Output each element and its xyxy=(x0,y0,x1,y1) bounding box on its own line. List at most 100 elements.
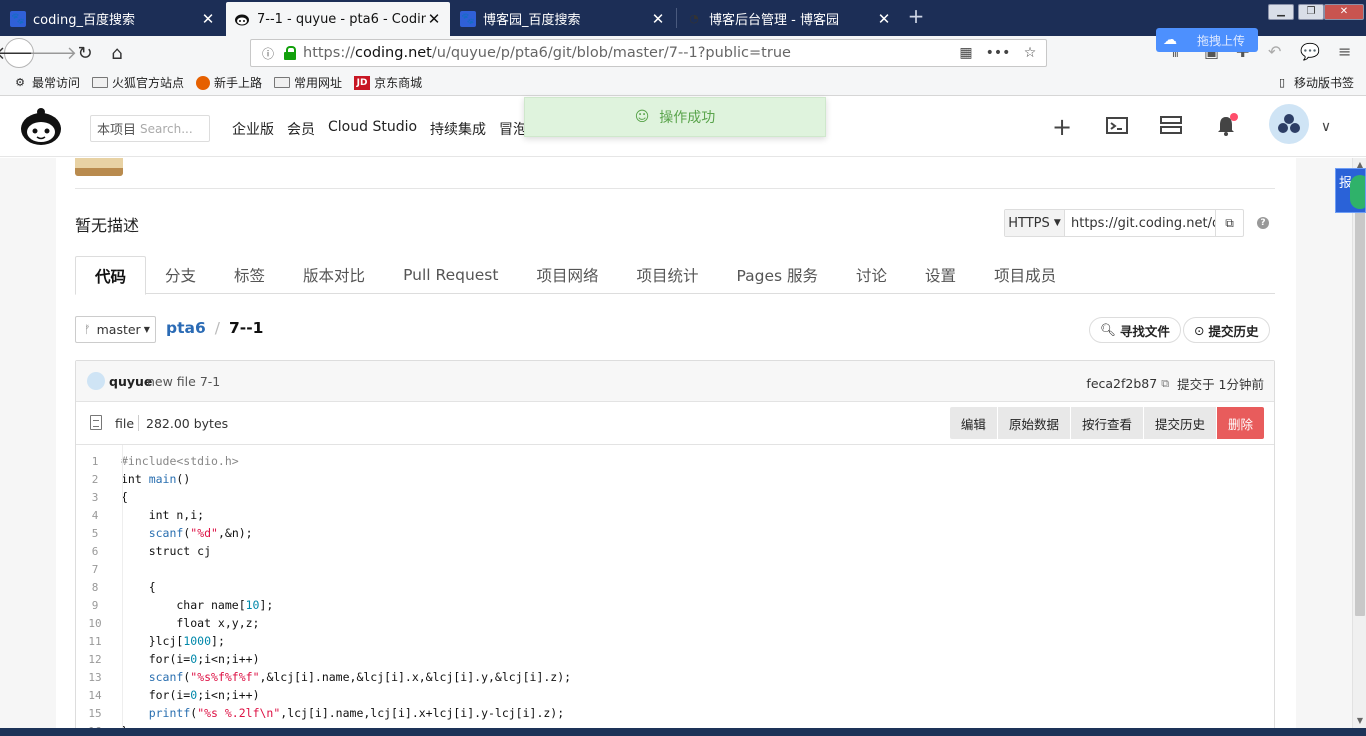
window-close-button[interactable]: ✕ xyxy=(1324,4,1364,20)
bookmark-firefox-site[interactable]: 火狐官方站点 xyxy=(92,74,184,91)
tab-branches[interactable]: 分支 xyxy=(146,256,215,294)
forward-button[interactable]: 🡒 xyxy=(29,38,77,68)
tab-network[interactable]: 项目网络 xyxy=(517,256,617,294)
reload-button[interactable]: ↻ xyxy=(70,38,100,68)
menu-icon[interactable]: ≡ xyxy=(1338,42,1351,61)
copy-icon[interactable]: ⧉ xyxy=(1161,377,1169,391)
edit-button[interactable]: 编辑 xyxy=(949,407,997,439)
close-tab-icon[interactable]: ✕ xyxy=(426,10,442,28)
bookmark-common-sites[interactable]: 常用网址 xyxy=(274,74,342,91)
browser-tab-cnblogs-search[interactable]: 🐾 博客园_百度搜索 ✕ xyxy=(452,3,674,34)
chat-icon[interactable]: 💬 xyxy=(1300,42,1320,61)
commit-history-button[interactable]: ⊙ 提交历史 xyxy=(1183,317,1270,343)
line-number[interactable]: 7 xyxy=(76,563,114,576)
clone-protocol-select[interactable]: HTTPS ▼ xyxy=(1005,210,1065,236)
line-number[interactable]: 14 xyxy=(76,689,114,702)
tab-tags[interactable]: 标签 xyxy=(215,256,284,294)
tab-pull-request[interactable]: Pull Request xyxy=(384,256,517,294)
scrollbar-thumb[interactable] xyxy=(1355,176,1365,616)
terminal-icon[interactable] xyxy=(1105,115,1129,139)
line-number[interactable]: 6 xyxy=(76,545,114,558)
bookmark-most-visited[interactable]: ⚙ 最常访问 xyxy=(12,74,80,91)
nav-enterprise[interactable]: 企业版 xyxy=(232,119,274,139)
close-tab-icon[interactable]: ✕ xyxy=(650,10,666,28)
line-number[interactable]: 1 xyxy=(76,455,114,468)
browser-tab-coding-search[interactable]: 🐾 coding_百度搜索 ✕ xyxy=(2,3,224,34)
nav-bubble[interactable]: 冒泡 xyxy=(499,119,527,139)
chevron-down-icon[interactable]: ∨ xyxy=(1314,115,1338,139)
close-tab-icon[interactable]: ✕ xyxy=(876,10,892,28)
copy-icon[interactable]: ⧉ xyxy=(1215,210,1243,236)
user-avatar[interactable] xyxy=(1269,104,1309,144)
page-scrollbar[interactable]: ▲ ▼ xyxy=(1352,158,1366,728)
url-text[interactable]: https://coding.net/u/quyue/p/pta6/git/bl… xyxy=(303,45,950,61)
commit-author[interactable]: quyue xyxy=(109,374,152,389)
commit-author-avatar[interactable] xyxy=(87,372,105,390)
line-number[interactable]: 13 xyxy=(76,671,114,684)
firefox-icon xyxy=(196,75,211,90)
tab-members[interactable]: 项目成员 xyxy=(975,256,1075,294)
line-number[interactable]: 11 xyxy=(76,635,114,648)
line-number[interactable]: 5 xyxy=(76,527,114,540)
tab-discussion[interactable]: 讨论 xyxy=(837,256,906,294)
line-content: scanf("%s%f%f%f",&lcj[i].name,&lcj[i].x,… xyxy=(148,670,572,684)
close-tab-icon[interactable]: ✕ xyxy=(200,10,216,28)
search-scope[interactable]: 本项目 xyxy=(91,119,140,138)
scroll-down-arrow[interactable]: ▼ xyxy=(1353,714,1366,728)
browser-tab-cnblogs-admin[interactable]: ◔ 博客后台管理 - 博客园 ✕ xyxy=(678,3,900,34)
find-file-button[interactable]: 🔍︎ 寻找文件 xyxy=(1089,317,1181,343)
commit-message[interactable]: new file 7-1 xyxy=(147,374,220,389)
nav-cloud-studio[interactable]: Cloud Studio xyxy=(328,119,417,139)
tab-code[interactable]: 代码 xyxy=(75,256,147,295)
blame-button[interactable]: 按行查看 xyxy=(1069,407,1143,439)
tab-pages[interactable]: Pages 服务 xyxy=(718,256,838,294)
project-thumbnail[interactable] xyxy=(75,158,123,176)
project-tabs: 代码 分支 标签 版本对比 Pull Request 项目网络 项目统计 Pag… xyxy=(75,256,1275,295)
line-number[interactable]: 2 xyxy=(76,473,114,486)
nav-ci[interactable]: 持续集成 xyxy=(430,119,486,139)
tab-stats[interactable]: 项目统计 xyxy=(617,256,717,294)
bookmark-getting-started[interactable]: 新手上路 xyxy=(196,74,262,91)
coding-logo-icon[interactable] xyxy=(18,107,64,147)
plus-icon[interactable]: + xyxy=(1050,115,1074,139)
maximize-button[interactable]: ❐ xyxy=(1298,4,1324,20)
nav-member[interactable]: 会员 xyxy=(287,119,315,139)
undo-icon[interactable]: ↶ xyxy=(1268,42,1281,61)
bookmark-star-icon[interactable]: ☆ xyxy=(1014,45,1046,61)
code-line: 15 printf("%s %.2lf\n",lcj[i].name,lcj[i… xyxy=(76,704,1274,722)
line-number[interactable]: 3 xyxy=(76,491,114,504)
bookmark-mobile[interactable]: ▯ 移动版书签 xyxy=(1274,74,1354,91)
project-panel: 暂无描述 HTTPS ▼ https://git.coding.net/quyu… xyxy=(56,158,1296,736)
clone-url-input[interactable]: https://git.coding.net/quyue/pta6.git xyxy=(1065,216,1215,231)
floating-side-widget[interactable]: 报 xyxy=(1335,168,1366,213)
drag-upload-button[interactable]: ☁ 拖拽上传 xyxy=(1156,28,1258,52)
delete-button[interactable]: 删除 xyxy=(1215,407,1264,439)
line-content: { xyxy=(121,580,156,594)
commit-sha[interactable]: feca2f2b87 xyxy=(1086,376,1157,391)
more-icon[interactable]: ••• xyxy=(982,45,1014,61)
branch-select[interactable]: ᚠ master ▼ xyxy=(75,316,156,343)
qr-code-icon[interactable]: ▦ xyxy=(950,45,982,61)
raw-button[interactable]: 原始数据 xyxy=(996,407,1070,439)
project-search-input[interactable]: 本项目 Search... xyxy=(90,115,210,142)
browser-tab-coding-file[interactable]: 7--1 - quyue - pta6 - Coding ✕ xyxy=(226,2,450,36)
line-number[interactable]: 12 xyxy=(76,653,114,666)
minimize-button[interactable]: ▁ xyxy=(1268,4,1294,20)
bookmark-jd[interactable]: JD 京东商城 xyxy=(354,74,422,91)
url-bar[interactable]: ⓘ https://coding.net/u/quyue/p/pta6/git/… xyxy=(250,39,1047,67)
line-number[interactable]: 10 xyxy=(76,617,114,630)
server-icon[interactable] xyxy=(1159,115,1183,139)
line-number[interactable]: 4 xyxy=(76,509,114,522)
home-button[interactable]: ⌂ xyxy=(102,38,132,68)
file-history-button[interactable]: 提交历史 xyxy=(1142,407,1216,439)
line-number[interactable]: 15 xyxy=(76,707,114,720)
help-icon[interactable]: ? xyxy=(1257,217,1269,229)
tab-settings[interactable]: 设置 xyxy=(906,256,975,294)
clock-icon: ⊙ xyxy=(1194,322,1205,338)
new-tab-button[interactable]: + xyxy=(904,5,928,29)
line-number[interactable]: 9 xyxy=(76,599,114,612)
info-icon[interactable]: ⓘ xyxy=(257,45,279,62)
tab-compare[interactable]: 版本对比 xyxy=(284,256,384,294)
breadcrumb-repo[interactable]: pta6 xyxy=(166,319,206,337)
line-number[interactable]: 8 xyxy=(76,581,114,594)
